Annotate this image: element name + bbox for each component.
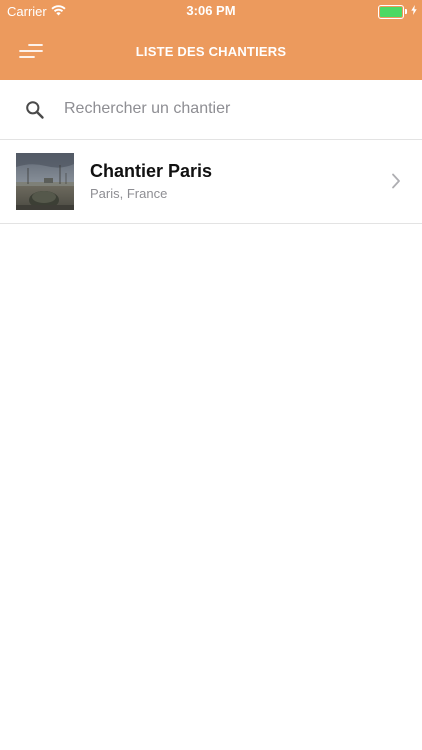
battery-icon — [378, 5, 407, 19]
search-icon — [25, 100, 45, 125]
search-input[interactable] — [64, 92, 394, 126]
app-screen: Carrier 3:06 PM LISTE DES CHANTIERS Rech… — [0, 0, 422, 750]
nav-bar: LISTE DES CHANTIERS — [0, 22, 422, 80]
charging-bolt-icon — [411, 3, 417, 18]
chantier-location: Paris, France — [90, 186, 168, 201]
chantier-list-item[interactable]: Chantier Paris Paris, France — [0, 140, 422, 224]
chantier-title: Chantier Paris — [90, 161, 213, 181]
search-bar — [0, 80, 422, 140]
status-time: 3:06 PM — [186, 3, 236, 18]
battery-tip — [405, 9, 407, 14]
chantier-thumbnail — [16, 153, 74, 210]
header: Carrier 3:06 PM LISTE DES CHANTIERS — [0, 0, 422, 80]
battery-level — [380, 7, 402, 17]
page-title: LISTE DES CHANTIERS — [135, 44, 287, 59]
chevron-right-icon — [391, 173, 401, 194]
status-bar: Carrier 3:06 PM — [0, 0, 422, 22]
